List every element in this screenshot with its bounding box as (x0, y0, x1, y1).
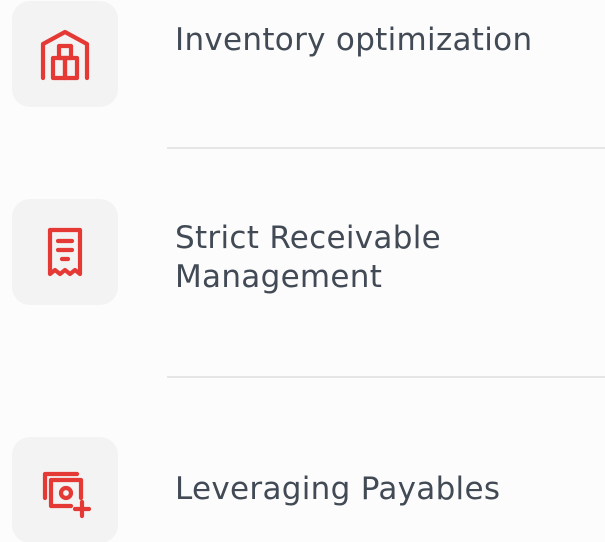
feature-title: Inventory optimization (175, 22, 533, 58)
divider (167, 376, 605, 378)
icon-tile (12, 1, 118, 107)
divider (167, 147, 605, 149)
feature-title-line1: Strict Receivable (175, 220, 441, 256)
icon-tile (12, 199, 118, 305)
feature-title-line2: Management (175, 259, 383, 295)
warehouse-icon (40, 29, 90, 81)
icon-tile (12, 437, 118, 542)
feature-title: Leveraging Payables (175, 471, 501, 507)
cash-add-icon (42, 471, 92, 519)
receipt-icon (47, 227, 83, 277)
